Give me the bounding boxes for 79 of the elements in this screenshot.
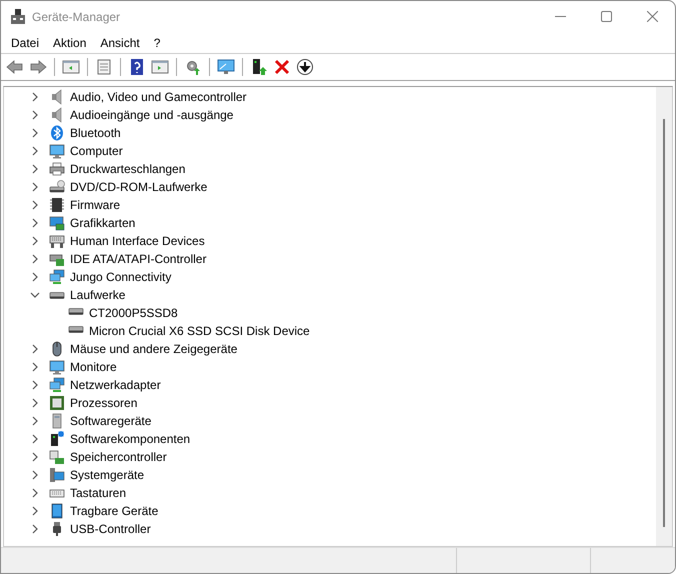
tree-item[interactable]: Human Interface Devices: [70, 234, 205, 248]
tree-item[interactable]: CT2000P5SSD8: [89, 306, 178, 320]
expand-chevron-icon[interactable]: [30, 380, 40, 390]
expand-chevron-icon[interactable]: [30, 92, 40, 102]
expand-chevron-icon[interactable]: [30, 128, 40, 138]
monitor-icon: [49, 359, 65, 375]
drive-icon: [68, 308, 84, 315]
tree-item[interactable]: Tragbare Geräte: [70, 504, 158, 518]
delete-icon[interactable]: [272, 57, 292, 77]
tree-item[interactable]: USB-Controller: [70, 522, 151, 536]
scrollbar[interactable]: [656, 87, 672, 546]
download-icon[interactable]: [295, 57, 315, 77]
tree-item[interactable]: Druckwarteschlangen: [70, 162, 186, 176]
tree-item[interactable]: Computer: [70, 144, 123, 158]
monitor-icon: [49, 143, 65, 159]
scrollbar-thumb[interactable]: [663, 119, 665, 527]
tree-item[interactable]: Audioeingänge und -ausgänge: [70, 108, 234, 122]
bluetooth-icon: [49, 125, 65, 141]
expand-chevron-icon[interactable]: [30, 146, 40, 156]
expand-chevron-icon[interactable]: [30, 200, 40, 210]
minimize-icon: [554, 16, 566, 17]
app-icon: [10, 8, 26, 24]
expand-chevron-icon[interactable]: [30, 452, 40, 462]
tree-item[interactable]: Softwaregeräte: [70, 414, 152, 428]
expand-chevron-icon[interactable]: [30, 344, 40, 354]
system-icon: [49, 467, 65, 483]
maximize-icon: [600, 11, 612, 22]
tablet-icon: [49, 503, 65, 519]
monitor-card-icon: [49, 215, 65, 231]
collapse-chevron-icon[interactable]: [30, 290, 40, 300]
tree-item[interactable]: Monitore: [70, 360, 117, 374]
network-icon: [49, 269, 65, 285]
menu-item[interactable]: Aktion: [46, 36, 94, 50]
storage-controller-icon: [49, 449, 65, 465]
tree-item[interactable]: Micron Crucial X6 SSD SCSI Disk Device: [89, 324, 310, 338]
tower-puzzle-icon: [49, 431, 65, 447]
tree-item[interactable]: Laufwerke: [70, 288, 126, 302]
printer-icon: [49, 161, 65, 177]
tree-item[interactable]: Bluetooth: [70, 126, 121, 140]
drive-icon: [49, 292, 65, 298]
tree-item[interactable]: IDE ATA/ATAPI-Controller: [70, 252, 206, 266]
expand-chevron-icon[interactable]: [30, 218, 40, 228]
expand-chevron-icon[interactable]: [30, 488, 40, 498]
network-icon: [49, 377, 65, 393]
expand-chevron-icon[interactable]: [30, 434, 40, 444]
drive-icon: [68, 326, 84, 333]
menu-item[interactable]: Datei: [4, 36, 46, 50]
processor-icon: [49, 395, 65, 411]
expand-chevron-icon[interactable]: [30, 272, 40, 282]
menu-item[interactable]: ?: [146, 36, 168, 50]
expand-chevron-icon[interactable]: [30, 110, 40, 120]
tree-item[interactable]: Speichercontroller: [70, 450, 167, 464]
tree-item[interactable]: Softwarekomponenten: [70, 432, 190, 446]
tree-item[interactable]: Firmware: [70, 198, 120, 212]
tree-item[interactable]: Mäuse und andere Zeigegeräte: [70, 342, 238, 356]
expand-chevron-icon[interactable]: [30, 470, 40, 480]
tree-item[interactable]: Systemgeräte: [70, 468, 144, 482]
tree-item[interactable]: Tastaturen: [70, 486, 126, 500]
keyboard-icon: [49, 233, 65, 249]
disc-drive-icon: [49, 179, 65, 195]
expand-chevron-icon[interactable]: [30, 254, 40, 264]
expand-chevron-icon[interactable]: [30, 362, 40, 372]
expand-chevron-icon[interactable]: [30, 182, 40, 192]
expand-chevron-icon[interactable]: [30, 398, 40, 408]
tree-item[interactable]: Grafikkarten: [70, 216, 136, 230]
tree-item[interactable]: Jungo Connectivity: [70, 270, 172, 284]
tree-item[interactable]: Netzwerkadapter: [70, 378, 161, 392]
tree-item[interactable]: DVD/CD-ROM-Laufwerke: [70, 180, 208, 194]
close-icon: [646, 11, 658, 22]
expand-chevron-icon[interactable]: [30, 524, 40, 534]
menu-item[interactable]: Ansicht: [93, 36, 147, 50]
chip-icon: [49, 197, 65, 213]
expand-chevron-icon[interactable]: [30, 164, 40, 174]
expand-chevron-icon[interactable]: [30, 506, 40, 516]
window-title: Geräte-Manager: [32, 10, 120, 24]
expand-chevron-icon[interactable]: [30, 236, 40, 246]
tree-item[interactable]: Prozessoren: [70, 396, 138, 410]
expand-chevron-icon[interactable]: [30, 416, 40, 426]
tree-item[interactable]: Audio, Video und Gamecontroller: [70, 90, 247, 104]
